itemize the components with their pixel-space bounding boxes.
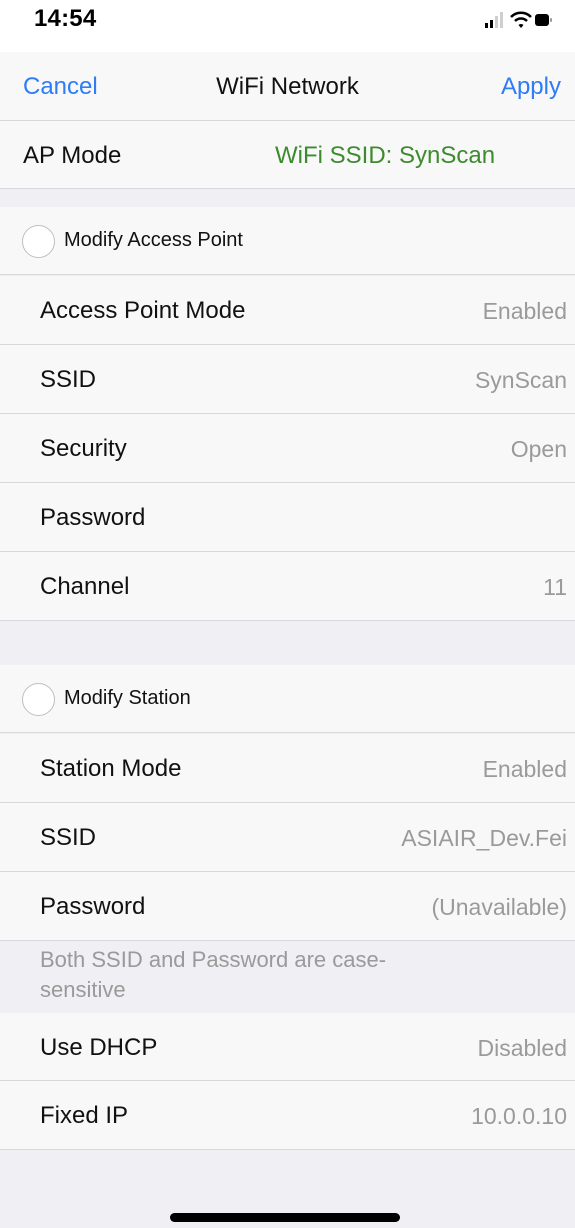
row-label: Security <box>40 435 127 462</box>
ap-channel-row[interactable]: Channel 11 <box>0 552 575 621</box>
ap-mode-row: AP Mode WiFi SSID: SynScan <box>0 121 575 189</box>
modify-station-toggle[interactable]: Modify Station <box>0 665 575 733</box>
row-value: SynScan <box>474 367 567 393</box>
row-label: SSID <box>40 366 97 393</box>
station-ssid-row[interactable]: SSID ASIAIR_Dev.Fei <box>0 803 575 872</box>
status-bar: 14:54 <box>0 0 575 52</box>
radio-circle-icon[interactable] <box>22 225 55 258</box>
home-indicator[interactable] <box>170 1213 400 1222</box>
modify-access-point-label: Modify Access Point <box>64 229 243 251</box>
row-value: Disabled <box>477 1035 568 1061</box>
radio-circle-icon[interactable] <box>22 683 55 716</box>
status-icons <box>485 11 552 28</box>
row-label: Password <box>40 504 146 531</box>
row-label: Password <box>40 893 146 920</box>
row-label: SSID <box>40 824 97 851</box>
station-mode-row[interactable]: Station Mode Enabled <box>0 734 575 803</box>
battery-icon <box>535 14 552 26</box>
ap-mode-value: WiFi SSID: SynScan <box>275 142 496 169</box>
use-dhcp-row[interactable]: Use DHCP Disabled <box>0 1013 575 1081</box>
case-sensitive-note: Both SSID and Password are case-sensitiv… <box>40 947 387 1002</box>
row-label: Fixed IP <box>40 1102 129 1129</box>
row-value: ASIAIR_Dev.Fei <box>401 825 567 851</box>
ap-password-row[interactable]: Password <box>0 483 575 552</box>
nav-bar: Cancel WiFi Network Apply <box>0 52 575 121</box>
row-value: 10.0.0.10 <box>471 1103 567 1129</box>
modify-access-point-toggle[interactable]: Modify Access Point <box>0 207 575 275</box>
row-value: (Unavailable) <box>431 894 567 920</box>
row-label: Access Point Mode <box>40 297 246 324</box>
row-value: Enabled <box>482 756 567 782</box>
row-label: Channel <box>40 573 130 600</box>
access-point-mode-row[interactable]: Access Point Mode Enabled <box>0 276 575 345</box>
row-value: Open <box>510 436 567 462</box>
wifi-icon <box>510 11 532 28</box>
row-value: 11 <box>543 574 567 600</box>
row-label: Use DHCP <box>40 1034 158 1061</box>
modify-station-label: Modify Station <box>64 687 191 709</box>
row-label: Station Mode <box>40 755 182 782</box>
page-title: WiFi Network <box>216 73 359 100</box>
fixed-ip-row[interactable]: Fixed IP 10.0.0.10 <box>0 1081 575 1150</box>
row-value: Enabled <box>482 298 567 324</box>
ap-security-row[interactable]: Security Open <box>0 414 575 483</box>
ap-ssid-row[interactable]: SSID SynScan <box>0 345 575 414</box>
station-password-row[interactable]: Password (Unavailable) <box>0 872 575 941</box>
signal-icon <box>485 12 503 28</box>
ap-mode-label: AP Mode <box>23 142 122 169</box>
status-time: 14:54 <box>34 5 97 32</box>
apply-button[interactable]: Apply <box>501 73 561 101</box>
